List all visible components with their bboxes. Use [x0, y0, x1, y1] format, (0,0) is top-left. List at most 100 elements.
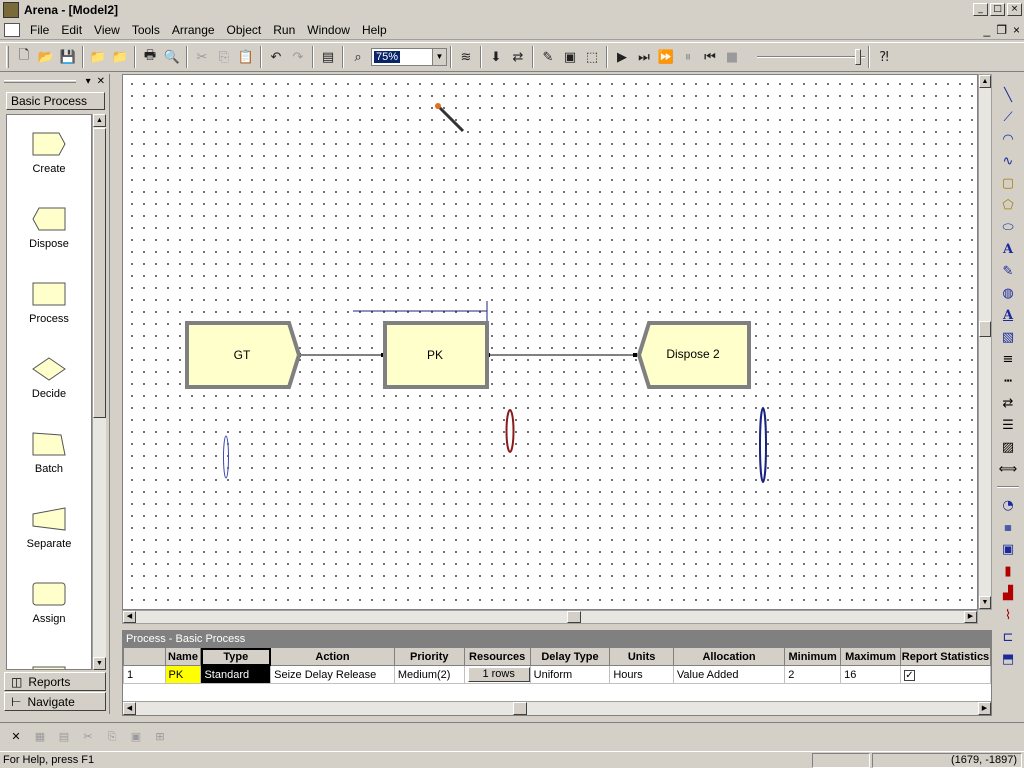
mdi-close-button[interactable]: × — [1013, 23, 1020, 37]
context-help-icon[interactable]: ⁈ — [873, 46, 895, 68]
scroll-down-icon[interactable]: ▼ — [93, 657, 106, 670]
row-header-corner[interactable] — [123, 647, 166, 666]
animation-speed-slider[interactable] — [757, 46, 865, 68]
document-icon[interactable] — [4, 22, 20, 37]
go-icon[interactable]: ▶ — [611, 46, 633, 68]
scroll-thumb[interactable] — [93, 128, 106, 418]
scroll-thumb[interactable] — [513, 702, 527, 715]
cut-icon[interactable]: ✂ — [78, 728, 98, 746]
module-create[interactable]: Create — [7, 115, 91, 190]
show-dimensions-icon[interactable]: ⟺ — [997, 458, 1019, 480]
copy-icon[interactable]: ⎘ — [102, 728, 122, 746]
column-header-action[interactable]: Action — [270, 647, 395, 666]
copy-icon[interactable]: ⎘ — [213, 46, 235, 68]
module-batch[interactable]: Batch — [7, 415, 91, 490]
panel-tab-reports[interactable]: ◫ Reports — [4, 672, 106, 691]
column-header-delay-type[interactable]: Delay Type — [529, 647, 611, 666]
cell-priority[interactable]: Medium(2) — [393, 665, 465, 684]
menu-help[interactable]: Help — [356, 20, 393, 40]
line-width-icon[interactable]: ≡ — [997, 348, 1019, 370]
canvas-horizontal-scrollbar[interactable]: ◀ ▶ — [122, 610, 978, 624]
column-header-resources[interactable]: Resources — [463, 647, 531, 666]
menu-window[interactable]: Window — [301, 20, 356, 40]
insert-row-icon[interactable]: ⊞ — [150, 728, 170, 746]
box-icon[interactable]: ▢ — [997, 172, 1019, 194]
resources-rows-button[interactable]: 1 rows — [467, 667, 530, 682]
line-icon[interactable]: ╲ — [997, 84, 1019, 106]
cell-action[interactable]: Seize Delay Release — [270, 665, 395, 684]
arc-icon[interactable]: ◠ — [997, 128, 1019, 150]
print-icon[interactable]: 🖶 — [139, 46, 161, 68]
animate-icon[interactable]: ▣ — [559, 46, 581, 68]
module-pk[interactable]: PK — [383, 321, 489, 389]
line-style-icon[interactable]: ┅ — [997, 370, 1019, 392]
queue-icon[interactable]: ⊏ — [997, 626, 1019, 648]
scroll-thumb[interactable] — [979, 321, 991, 337]
line-pattern-icon[interactable]: ☰ — [997, 414, 1019, 436]
menu-run[interactable]: Run — [267, 20, 301, 40]
save-icon[interactable]: 💾 — [57, 46, 79, 68]
scroll-up-icon[interactable]: ▲ — [979, 75, 991, 88]
cell-units[interactable]: Hours — [609, 665, 674, 684]
variable-icon[interactable]: ▣ — [997, 538, 1019, 560]
view-layers-icon[interactable]: ▤ — [317, 46, 339, 68]
screen-flow-icon[interactable]: ⬚ — [581, 46, 603, 68]
template-attach-icon[interactable]: 📁 — [87, 46, 109, 68]
panel-tab-navigate[interactable]: ⊢ Navigate — [4, 692, 106, 711]
cell-allocation[interactable]: Value Added — [672, 665, 786, 684]
module-decide[interactable]: Decide — [7, 340, 91, 415]
menu-view[interactable]: View — [88, 20, 126, 40]
column-header-report-statistics[interactable]: Report Statistics — [899, 647, 992, 666]
level-icon[interactable]: ▮ — [997, 560, 1019, 582]
polyline-icon[interactable]: ⟋ — [997, 106, 1019, 128]
table-icon[interactable]: ▦ — [30, 728, 50, 746]
canvas-vertical-scrollbar[interactable]: ▲ ▼ — [978, 74, 992, 610]
queue-marker[interactable] — [223, 435, 229, 479]
queue-marker[interactable] — [759, 407, 767, 483]
close-icon[interactable]: ✕ — [97, 76, 105, 87]
maximize-button[interactable]: □ — [990, 3, 1005, 16]
menu-object[interactable]: Object — [221, 20, 268, 40]
histogram-icon[interactable]: ▟ — [997, 582, 1019, 604]
project-bar-grip[interactable] — [4, 79, 76, 83]
polygon-icon[interactable]: ⬠ — [997, 194, 1019, 216]
menu-file[interactable]: File — [24, 20, 55, 40]
text-icon[interactable]: A — [997, 238, 1019, 260]
module-dispose[interactable]: Dispose — [7, 190, 91, 265]
menu-edit[interactable]: Edit — [55, 20, 88, 40]
zoom-icon[interactable]: ⌕ — [347, 46, 369, 68]
panel-tab-basic-process[interactable]: Basic Process — [6, 92, 105, 110]
step-icon[interactable]: ⏭ — [633, 46, 655, 68]
minimize-button[interactable]: _ — [973, 3, 988, 16]
submodel-icon[interactable]: ✎ — [537, 46, 559, 68]
smart-connect-icon[interactable]: ⇄ — [507, 46, 529, 68]
close-icon[interactable]: ✕ — [6, 728, 26, 746]
column-header-priority[interactable]: Priority — [393, 647, 465, 666]
scroll-left-icon[interactable]: ◀ — [123, 702, 136, 715]
column-header-allocation[interactable]: Allocation — [672, 647, 786, 666]
scroll-up-icon[interactable]: ▲ — [93, 114, 106, 127]
column-header-maximum[interactable]: Maximum — [840, 647, 901, 666]
layers-icon[interactable]: ≋ — [455, 46, 477, 68]
paste-icon[interactable]: 📋 — [235, 46, 257, 68]
text-color-icon[interactable]: A — [997, 304, 1019, 326]
redo-icon[interactable]: ↷ — [287, 46, 309, 68]
module-partial[interactable] — [7, 640, 91, 669]
start-over-icon[interactable]: ⏮ — [699, 46, 721, 68]
fill-pattern-icon[interactable]: ▨ — [997, 436, 1019, 458]
paste-icon[interactable]: ▣ — [126, 728, 146, 746]
column-header-type[interactable]: Type — [200, 647, 272, 666]
arrow-style-icon[interactable]: ⇄ — [997, 392, 1019, 414]
clock-icon[interactable]: ◔ — [997, 494, 1019, 516]
arena-app-icon[interactable] — [3, 2, 19, 18]
undo-icon[interactable]: ↶ — [265, 46, 287, 68]
scroll-right-icon[interactable]: ▶ — [978, 702, 991, 715]
model-canvas[interactable]: GT PK Dispose 2 — [122, 74, 978, 610]
cut-icon[interactable]: ✂ — [191, 46, 213, 68]
new-icon[interactable]: 🗋 — [13, 46, 35, 68]
module-list-scrollbar[interactable]: ▲ ▼ — [92, 114, 106, 670]
cell-maximum[interactable]: 16 — [840, 665, 901, 684]
scroll-thumb[interactable] — [567, 611, 581, 623]
mdi-restore-button[interactable]: ❐ — [996, 23, 1007, 37]
spreadsheet-horizontal-scrollbar[interactable]: ◀ ▶ — [123, 701, 991, 715]
